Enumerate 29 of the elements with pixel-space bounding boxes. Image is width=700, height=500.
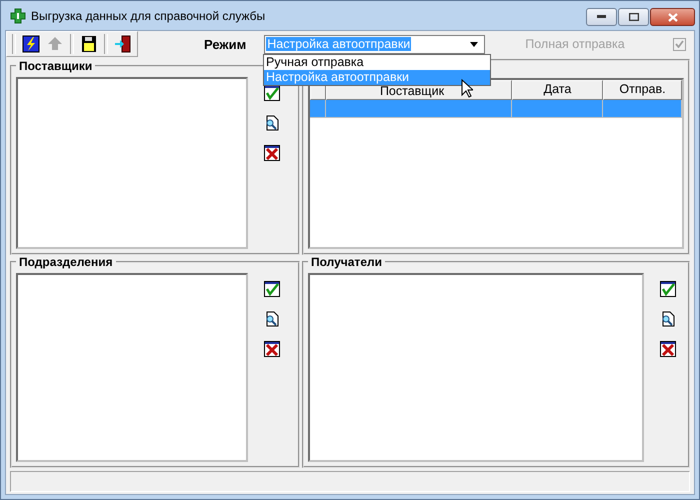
cross-button[interactable]: [660, 341, 676, 357]
maximize-button[interactable]: [618, 8, 649, 26]
column-header[interactable]: Дата: [512, 80, 603, 100]
mode-value: Настройка автоотправки: [266, 37, 412, 51]
column-header[interactable]: Отправ.: [603, 80, 682, 100]
cross-button[interactable]: [264, 145, 280, 161]
panel-title: Подразделения: [18, 255, 114, 269]
close-button[interactable]: [650, 8, 695, 26]
magnifier-button[interactable]: [264, 311, 280, 327]
window-title: Выгрузка данных для справочной службы: [31, 8, 266, 22]
arrow-icon: [46, 35, 64, 53]
cross-icon: [10, 8, 26, 24]
minimize-button[interactable]: [586, 8, 617, 26]
close-icon: [668, 12, 678, 22]
panel-title: Получатели: [310, 255, 383, 269]
suppliers-list[interactable]: [16, 77, 248, 249]
maximize-icon: [628, 13, 638, 21]
mode-option[interactable]: Ручная отправка: [264, 55, 490, 70]
minimize-icon: [597, 15, 606, 19]
check-button[interactable]: [660, 281, 676, 297]
check-button[interactable]: [264, 85, 280, 101]
magnifier-button[interactable]: [264, 115, 280, 131]
mode-label: Режим: [204, 36, 246, 52]
magnifier-button[interactable]: [660, 311, 676, 327]
panel-title: Поставщики: [18, 59, 94, 73]
cross-button[interactable]: [264, 341, 280, 357]
caret-icon: [470, 42, 478, 46]
full-send-label: Полная отправка: [525, 37, 625, 51]
check-button[interactable]: [264, 281, 280, 297]
